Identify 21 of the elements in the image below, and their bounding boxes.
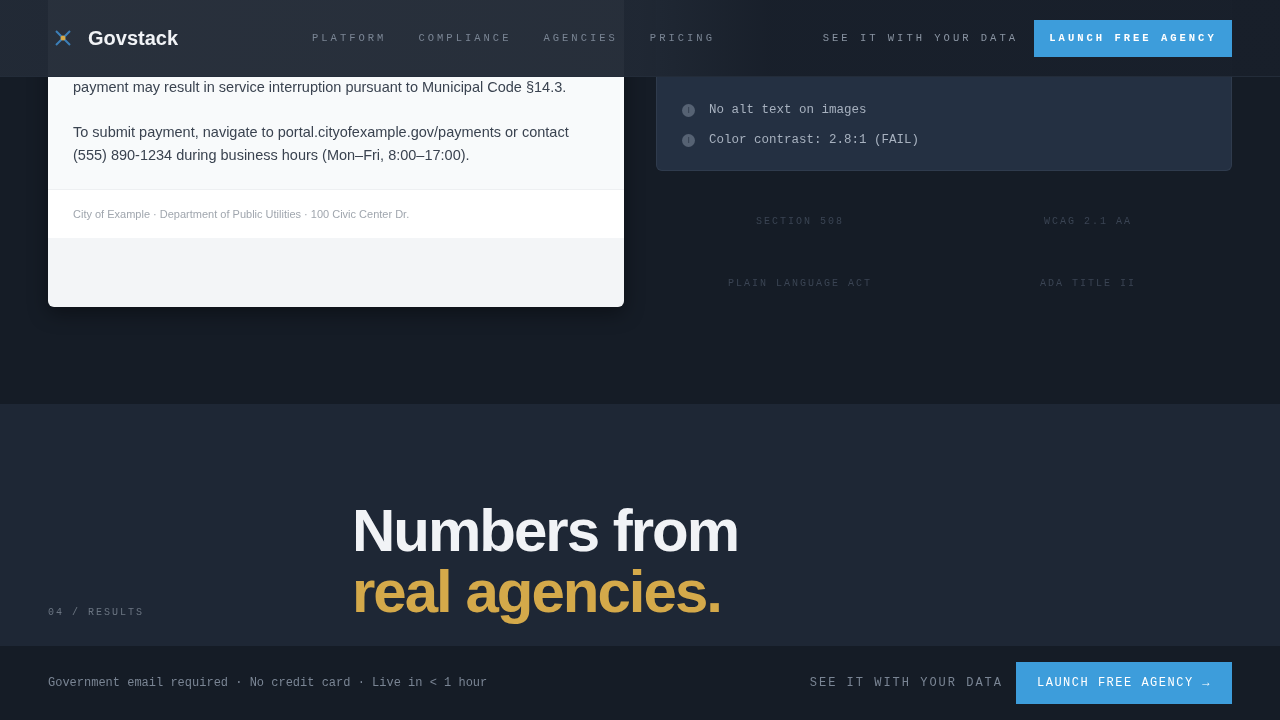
data-link[interactable]: SEE IT WITH YOUR DATA xyxy=(809,676,1003,690)
headline-accent: real agencies. xyxy=(352,561,722,622)
footer-note: Government email required · No credit card · Live in < 1 hour xyxy=(48,676,489,690)
info-icon xyxy=(682,103,695,117)
brand-name[interactable]: Govstack xyxy=(88,26,179,50)
nav-link[interactable]: PRICING xyxy=(649,32,715,44)
launch-button[interactable]: LAUNCH FREE AGENCY xyxy=(1034,19,1232,57)
info-icon xyxy=(682,133,695,147)
nav-link[interactable]: COMPLIANCE xyxy=(418,32,512,44)
headline: Numbers from xyxy=(352,500,739,561)
star-logo-icon xyxy=(54,29,72,47)
notice-paragraph: To submit payment, navigate to portal.cityofexample.gov/payments or contact (555) 890-1234 during business hours (Mon–Fri, 8:00–17:00). xyxy=(73,123,570,165)
notice-footer: City of Example · Department of Public Utilities · 100 Civic Center Dr. xyxy=(73,208,410,220)
nav-link[interactable]: AGENCIES xyxy=(543,32,618,44)
issue-text: No alt text on images xyxy=(709,103,867,117)
section-label: 04 / RESULTS xyxy=(48,607,145,618)
nav-link[interactable]: PLATFORM xyxy=(312,32,387,44)
notice-paragraph: payment may result in service interruption pursuant to Municipal Code §14.3. xyxy=(73,78,568,97)
data-link[interactable]: SEE IT WITH YOUR DATA xyxy=(822,32,1018,44)
issue-text: Color contrast: 2.8:1 (FAIL) xyxy=(709,133,920,147)
launch-button[interactable]: LAUNCH FREE AGENCY → xyxy=(1016,662,1232,704)
